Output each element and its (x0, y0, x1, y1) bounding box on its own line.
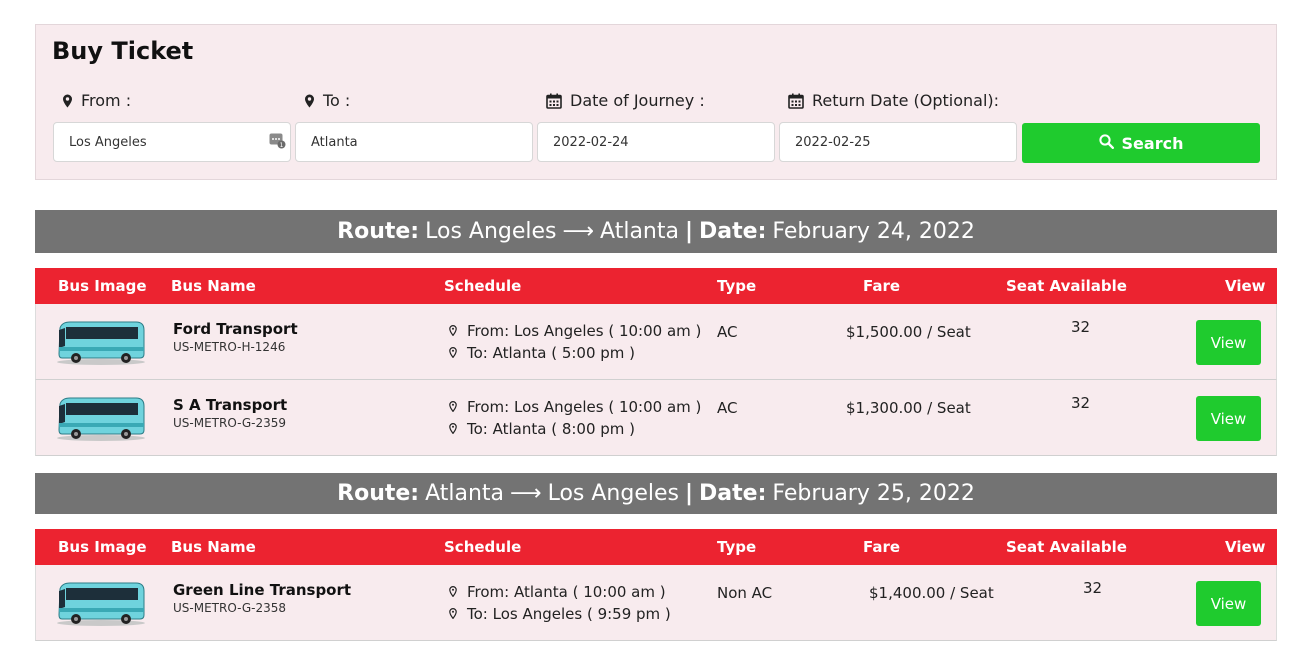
map-marker-icon (62, 94, 73, 108)
date-label-text: Date of Journey : (570, 91, 705, 110)
table-row: S A Transport US-METRO-G-2359 From: Los … (35, 380, 1277, 456)
schedule-from: From: Los Angeles ( 10:00 am ) (449, 322, 701, 340)
column-view: View (1225, 277, 1266, 295)
schedule-to: To: Atlanta ( 8:00 pm ) (449, 420, 635, 438)
return-label: Return Date (Optional): (788, 91, 999, 110)
column-type: Type (717, 277, 757, 295)
bus-table: Bus Image Bus Name Schedule Type Fare Se… (35, 529, 1277, 641)
calendar-icon (546, 93, 562, 109)
seats-available: 32 (1071, 318, 1091, 336)
bus-code: US-METRO-H-1246 (173, 340, 286, 354)
column-fare: Fare (863, 538, 901, 556)
bus-image (56, 318, 146, 370)
schedule-from: From: Atlanta ( 10:00 am ) (449, 583, 666, 601)
to-input[interactable] (295, 122, 533, 162)
route-label: Route: (337, 219, 420, 244)
route-arrow: ⟶ (510, 481, 542, 506)
view-button[interactable]: View (1196, 396, 1261, 441)
from-label: From : (62, 91, 131, 110)
bus-type: AC (717, 323, 738, 341)
return-label-text: Return Date (Optional): (812, 91, 1000, 110)
journey-date-input[interactable] (537, 122, 775, 162)
calendar-icon (788, 93, 804, 109)
schedule-to: To: Los Angeles ( 9:59 pm ) (449, 605, 671, 623)
bus-fare: $1,500.00 / Seat (846, 323, 971, 341)
route-to: Los Angeles (547, 481, 679, 506)
route-arrow: ⟶ (562, 219, 595, 244)
bus-image (56, 394, 146, 446)
column-bus-name: Bus Name (171, 538, 256, 556)
schedule-from-text: From: Atlanta ( 10:00 am ) (467, 583, 666, 601)
schedule-from: From: Los Angeles ( 10:00 am ) (449, 398, 701, 416)
schedule-to-text: To: Los Angeles ( 9:59 pm ) (467, 605, 671, 623)
buy-ticket-panel: Buy Ticket From : To : Date of Journey :… (35, 24, 1277, 180)
location-pin-icon (449, 605, 457, 623)
column-type: Type (717, 538, 757, 556)
route-banner: Route: Atlanta ⟶ Los Angeles | Date: Feb… (35, 473, 1277, 514)
column-schedule: Schedule (444, 538, 522, 556)
view-button[interactable]: View (1196, 320, 1261, 365)
location-pin-icon (449, 322, 457, 340)
page-title: Buy Ticket (52, 37, 194, 65)
column-view: View (1225, 538, 1266, 556)
seats-available: 32 (1083, 579, 1103, 597)
table-header: Bus Image Bus Name Schedule Type Fare Se… (35, 268, 1277, 304)
bus-type: AC (717, 399, 738, 417)
bus-code: US-METRO-G-2359 (173, 416, 287, 430)
column-bus-image: Bus Image (58, 538, 147, 556)
schedule-from-text: From: Los Angeles ( 10:00 am ) (467, 398, 702, 416)
bus-table: Bus Image Bus Name Schedule Type Fare Se… (35, 268, 1277, 456)
schedule-to-text: To: Atlanta ( 5:00 pm ) (467, 344, 636, 362)
route-date: February 24, 2022 (772, 219, 975, 244)
autofill-icon[interactable]: 1 (269, 133, 286, 153)
table-header: Bus Image Bus Name Schedule Type Fare Se… (35, 529, 1277, 565)
bus-code: US-METRO-G-2358 (173, 601, 287, 615)
table-row: Green Line Transport US-METRO-G-2358 Fro… (35, 565, 1277, 641)
date-label: Date: (699, 481, 767, 506)
route-banner: Route: Los Angeles ⟶ Atlanta | Date: Feb… (35, 210, 1277, 253)
seats-available: 32 (1071, 394, 1091, 412)
route-from: Atlanta (425, 481, 505, 506)
bus-image (56, 579, 146, 631)
search-icon (1098, 133, 1114, 153)
route-to: Atlanta (600, 219, 679, 244)
bus-name: Ford Transport (173, 320, 298, 338)
column-fare: Fare (863, 277, 901, 295)
bus-name: S A Transport (173, 396, 288, 414)
schedule-to-text: To: Atlanta ( 8:00 pm ) (467, 420, 636, 438)
map-marker-icon (304, 94, 315, 108)
route-from: Los Angeles (425, 219, 557, 244)
date-label: Date of Journey : (546, 91, 705, 110)
bus-fare: $1,300.00 / Seat (846, 399, 971, 417)
table-row: Ford Transport US-METRO-H-1246 From: Los… (35, 304, 1277, 380)
column-seat-available: Seat Available (1006, 277, 1127, 295)
to-label-text: To : (323, 91, 351, 110)
return-date-input[interactable] (779, 122, 1017, 162)
schedule-to: To: Atlanta ( 5:00 pm ) (449, 344, 635, 362)
route-label: Route: (337, 481, 420, 506)
to-label: To : (304, 91, 350, 110)
view-button[interactable]: View (1196, 581, 1261, 626)
route-date: February 25, 2022 (772, 481, 975, 506)
search-button-label: Search (1121, 133, 1184, 153)
from-input[interactable] (53, 122, 291, 162)
location-pin-icon (449, 420, 457, 438)
bus-type: Non AC (717, 584, 773, 602)
search-button[interactable]: Search (1022, 123, 1260, 163)
bus-name: Green Line Transport (173, 581, 352, 599)
date-label: Date: (699, 219, 767, 244)
svg-text:1: 1 (280, 142, 284, 149)
from-label-text: From : (81, 91, 132, 110)
location-pin-icon (449, 344, 457, 362)
column-bus-image: Bus Image (58, 277, 147, 295)
route-separator: | (684, 219, 694, 244)
location-pin-icon (449, 583, 457, 601)
route-separator: | (684, 481, 694, 506)
column-seat-available: Seat Available (1006, 538, 1127, 556)
column-schedule: Schedule (444, 277, 522, 295)
column-bus-name: Bus Name (171, 277, 256, 295)
bus-fare: $1,400.00 / Seat (869, 584, 994, 602)
schedule-from-text: From: Los Angeles ( 10:00 am ) (467, 322, 702, 340)
location-pin-icon (449, 398, 457, 416)
